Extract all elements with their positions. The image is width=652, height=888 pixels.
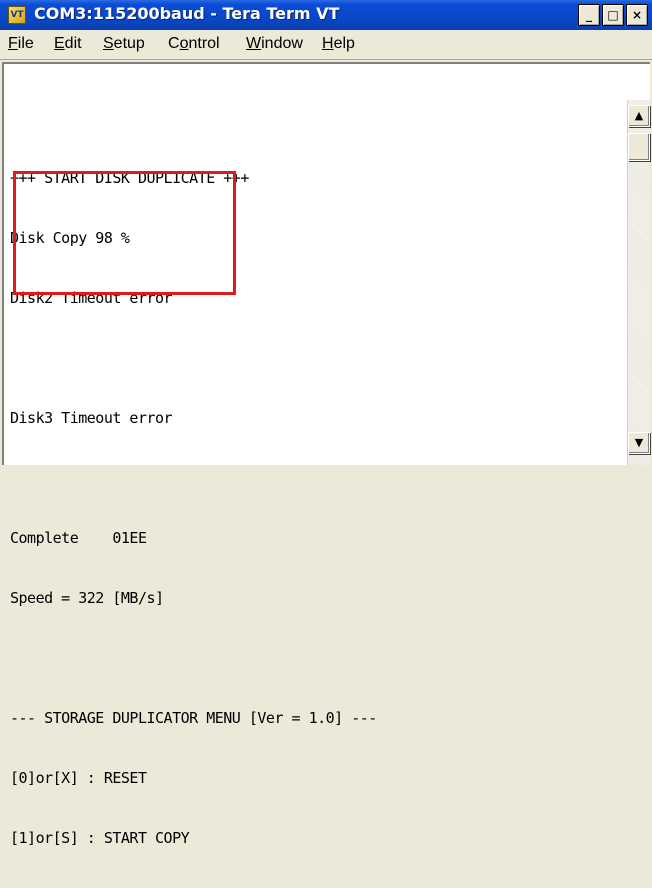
menu-setup-label: etup: [113, 35, 145, 52]
arrow-down-icon: ▼: [634, 436, 644, 449]
menu-window-accel: W: [246, 35, 262, 52]
minimize-icon: _: [586, 8, 592, 22]
menu-help-label: elp: [333, 35, 355, 52]
tera-term-app-icon[interactable]: VT: [8, 6, 26, 24]
terminal-line: +++ START DISK DUPLICATE +++: [10, 169, 249, 187]
title-bar[interactable]: VT COM3:115200baud - Tera Term VT _ □ ×: [0, 0, 652, 30]
maximize-icon: □: [607, 8, 619, 22]
menu-file-label: ile: [17, 35, 34, 52]
menu-window[interactable]: Window: [246, 35, 303, 53]
arrow-up-icon: ▲: [634, 109, 644, 122]
terminal-line: Disk3 Timeout error: [10, 409, 173, 427]
scroll-up-button[interactable]: ▲: [628, 105, 650, 127]
terminal-line: --- STORAGE DUPLICATOR MENU [Ver = 1.0] …: [10, 709, 377, 727]
menu-help-accel: H: [322, 35, 334, 52]
window-title: COM3:115200baud - Tera Term VT: [34, 4, 340, 23]
terminal-line: Speed = 322 [MB/s]: [10, 589, 164, 607]
menu-control[interactable]: Control: [168, 35, 220, 53]
menu-control-pre: C: [168, 35, 180, 52]
terminal-line: [1]or[S] : START COPY: [10, 829, 190, 847]
scroll-down-button[interactable]: ▼: [628, 432, 650, 454]
scrollbar-thumb[interactable]: [628, 133, 650, 161]
minimize-button[interactable]: _: [578, 4, 600, 26]
close-button[interactable]: ×: [626, 4, 648, 26]
terminal-area[interactable]: +++ START DISK DUPLICATE +++ Disk Copy 9…: [2, 62, 650, 847]
menu-file-accel: F: [8, 35, 18, 52]
menu-edit[interactable]: Edit: [54, 35, 82, 53]
menu-edit-accel: E: [54, 35, 65, 52]
terminal-line: Disk Copy 98 %: [10, 229, 130, 247]
maximize-button[interactable]: □: [602, 4, 624, 26]
terminal-line: Complete 01EE: [10, 529, 147, 547]
terminal-output: +++ START DISK DUPLICATE +++ Disk Copy 9…: [10, 128, 377, 888]
menu-setup-accel: S: [103, 35, 114, 52]
menu-window-label: indow: [261, 35, 303, 52]
menu-edit-label: dit: [64, 35, 82, 52]
terminal-line: [0]or[X] : RESET: [10, 769, 147, 787]
menu-help[interactable]: Help: [322, 35, 355, 53]
terminal-line: Disk2 Timeout error: [10, 289, 173, 307]
menu-setup[interactable]: Setup: [103, 35, 145, 53]
menu-control-label: ntrol: [188, 35, 220, 52]
vertical-scrollbar[interactable]: ▲ ▼: [627, 100, 650, 465]
menu-bar: File Edit Setup Control Window Help: [0, 30, 652, 60]
menu-file[interactable]: File: [8, 35, 34, 53]
tera-term-window: VT COM3:115200baud - Tera Term VT _ □ × …: [0, 0, 652, 847]
close-icon: ×: [631, 8, 643, 22]
